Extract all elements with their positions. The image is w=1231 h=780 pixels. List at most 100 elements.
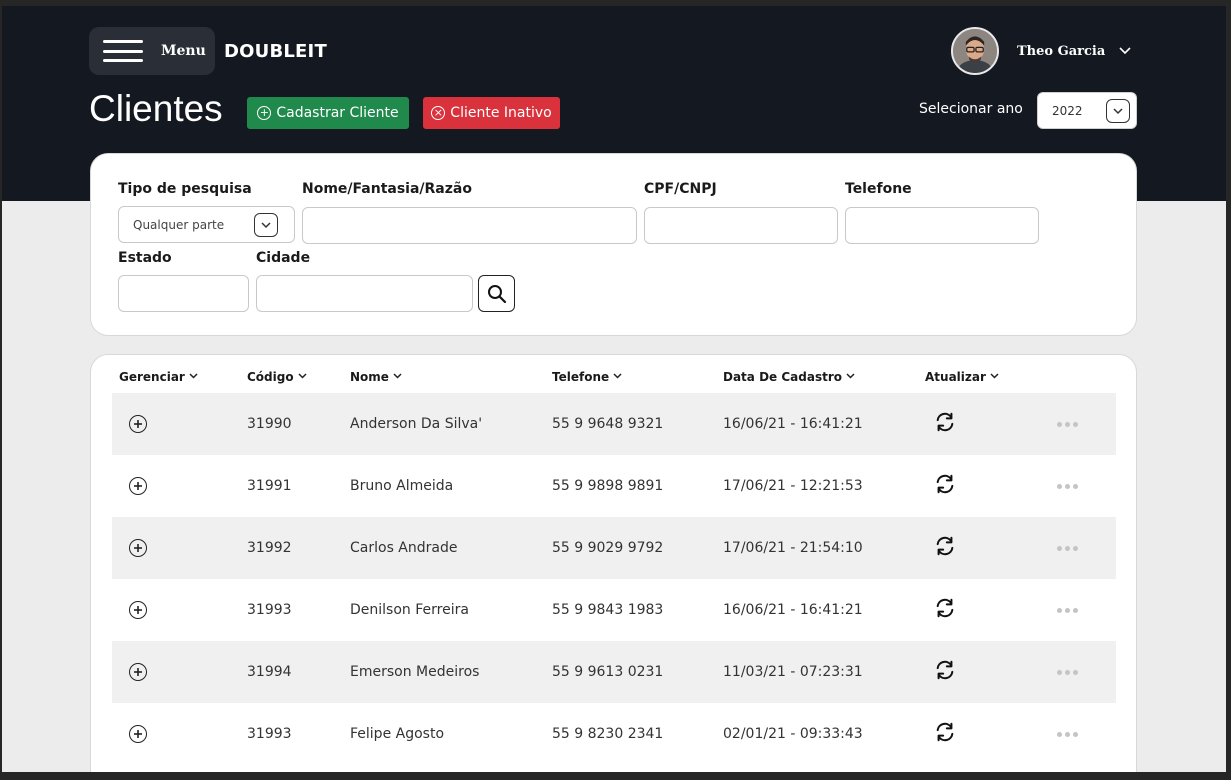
plus-circle-icon[interactable] [129,663,147,681]
refresh-cell [934,455,956,517]
codigo-cell: 31993 [247,726,292,742]
telefone-cell: 55 9 8230 2341 [552,726,664,742]
manage-cell [129,579,147,641]
data-cell: 02/01/21 - 09:33:43 [723,726,863,742]
brand-logo: DOUBLEIT [224,41,327,62]
tipo-value: Qualquer parte [133,217,225,232]
more-dots-icon[interactable] [1057,607,1078,613]
manage-cell [129,517,147,579]
cpf-label: CPF/CNPJ [644,181,717,197]
plus-circle-icon[interactable] [129,539,147,557]
refresh-cell [934,393,956,455]
data-cell: 11/03/21 - 07:23:31 [723,664,863,680]
telefone-input[interactable] [845,207,1039,244]
estado-input[interactable] [118,275,249,312]
add-client-label: Cadastrar Cliente [276,105,399,121]
chevron-down-icon [254,213,278,237]
search-icon [487,284,506,303]
user-name: Theo Garcia [1017,43,1106,59]
year-value: 2022 [1052,103,1083,118]
nome-label: Nome/Fantasia/Razão [302,181,472,197]
chevron-down-icon [990,372,999,382]
table-row: 31993 Felipe Agosto 55 9 8230 2341 02/01/21… [112,703,1116,765]
chevron-down-icon [1106,99,1130,123]
cpf-input[interactable] [644,207,838,244]
col-gerenciar[interactable]: Gerenciar [119,370,198,384]
chevron-down-icon [1119,44,1131,58]
plus-circle-icon[interactable] [129,725,147,743]
more-dots-icon[interactable] [1057,669,1078,675]
plus-circle-icon[interactable] [129,601,147,619]
manage-cell [129,641,147,703]
page-title: Clientes [89,88,223,129]
codigo-cell: 31992 [247,540,292,556]
avatar-image [953,29,997,73]
data-cell: 16/06/21 - 16:41:21 [723,416,863,432]
table-row: 31990 Anderson Da Silva' 55 9 9648 9321 16/… [112,393,1116,455]
nome-input[interactable] [302,207,637,244]
col-codigo[interactable]: Código [247,370,307,384]
data-cell: 17/06/21 - 12:21:53 [723,478,863,494]
year-select[interactable]: 2022 [1037,92,1137,129]
plus-circle-icon: + [257,106,272,120]
hamburger-icon [103,40,143,62]
menu-button[interactable]: Menu [89,27,215,75]
more-cell [1057,579,1078,641]
plus-circle-icon[interactable] [129,415,147,433]
data-cell: 17/06/21 - 21:54:10 [723,540,863,556]
codigo-cell: 31993 [247,602,292,618]
telefone-cell: 55 9 9613 0231 [552,664,664,680]
more-dots-icon[interactable] [1057,483,1078,489]
more-dots-icon[interactable] [1057,731,1078,737]
col-codigo-label: Código [247,370,294,384]
telefone-cell: 55 9 9029 9792 [552,540,664,556]
nome-cell: Bruno Almeida [350,478,454,494]
inactive-client-label: Cliente Inativo [450,105,552,121]
refresh-icon[interactable] [934,659,956,685]
chevron-down-icon [613,372,622,382]
col-gerenciar-label: Gerenciar [119,370,185,384]
table-row: 31992 Carlos Andrade 55 9 9029 9792 17/06/2… [112,517,1116,579]
more-cell [1057,517,1078,579]
col-nome-label: Nome [350,370,389,384]
search-button[interactable] [478,275,515,312]
refresh-cell [934,641,956,703]
nome-cell: Felipe Agosto [350,726,445,742]
refresh-icon[interactable] [934,411,956,437]
manage-cell [129,455,147,517]
col-atualizar-label: Atualizar [925,370,986,384]
col-nome[interactable]: Nome [350,370,402,384]
tipo-select[interactable]: Qualquer parte [118,206,295,243]
nome-cell: Carlos Andrade [350,540,458,556]
user-menu[interactable]: Theo Garcia [951,27,1131,75]
filter-panel: Tipo de pesquisa Qualquer parte Nome/Fan… [90,153,1137,336]
refresh-icon[interactable] [934,597,956,623]
refresh-icon[interactable] [934,535,956,561]
col-telefone[interactable]: Telefone [552,370,622,384]
more-cell [1057,393,1078,455]
refresh-cell [934,579,956,641]
data-cell: 16/06/21 - 16:41:21 [723,602,863,618]
col-atualizar[interactable]: Atualizar [925,370,999,384]
codigo-cell: 31994 [247,664,292,680]
year-label: Selecionar ano [919,101,1023,117]
chevron-down-icon [298,372,307,382]
col-data[interactable]: Data De Cadastro [723,370,855,384]
nome-cell: Emerson Medeiros [350,664,480,680]
avatar [951,27,999,75]
more-dots-icon[interactable] [1057,421,1078,427]
more-cell [1057,703,1078,765]
add-client-button[interactable]: + Cadastrar Cliente [247,97,409,129]
codigo-cell: 31990 [247,416,292,432]
telefone-cell: 55 9 9648 9321 [552,416,664,432]
refresh-icon[interactable] [934,721,956,747]
table-row: 31993 Denilson Ferreira 55 9 9843 1983 16/0… [112,579,1116,641]
chevron-down-icon [393,372,402,382]
manage-cell [129,703,147,765]
plus-circle-icon[interactable] [129,477,147,495]
table-row: 31994 Emerson Medeiros 55 9 9613 0231 11/03… [112,641,1116,703]
inactive-client-button[interactable]: × Cliente Inativo [423,97,560,129]
more-dots-icon[interactable] [1057,545,1078,551]
refresh-icon[interactable] [934,473,956,499]
cidade-input[interactable] [256,275,473,312]
